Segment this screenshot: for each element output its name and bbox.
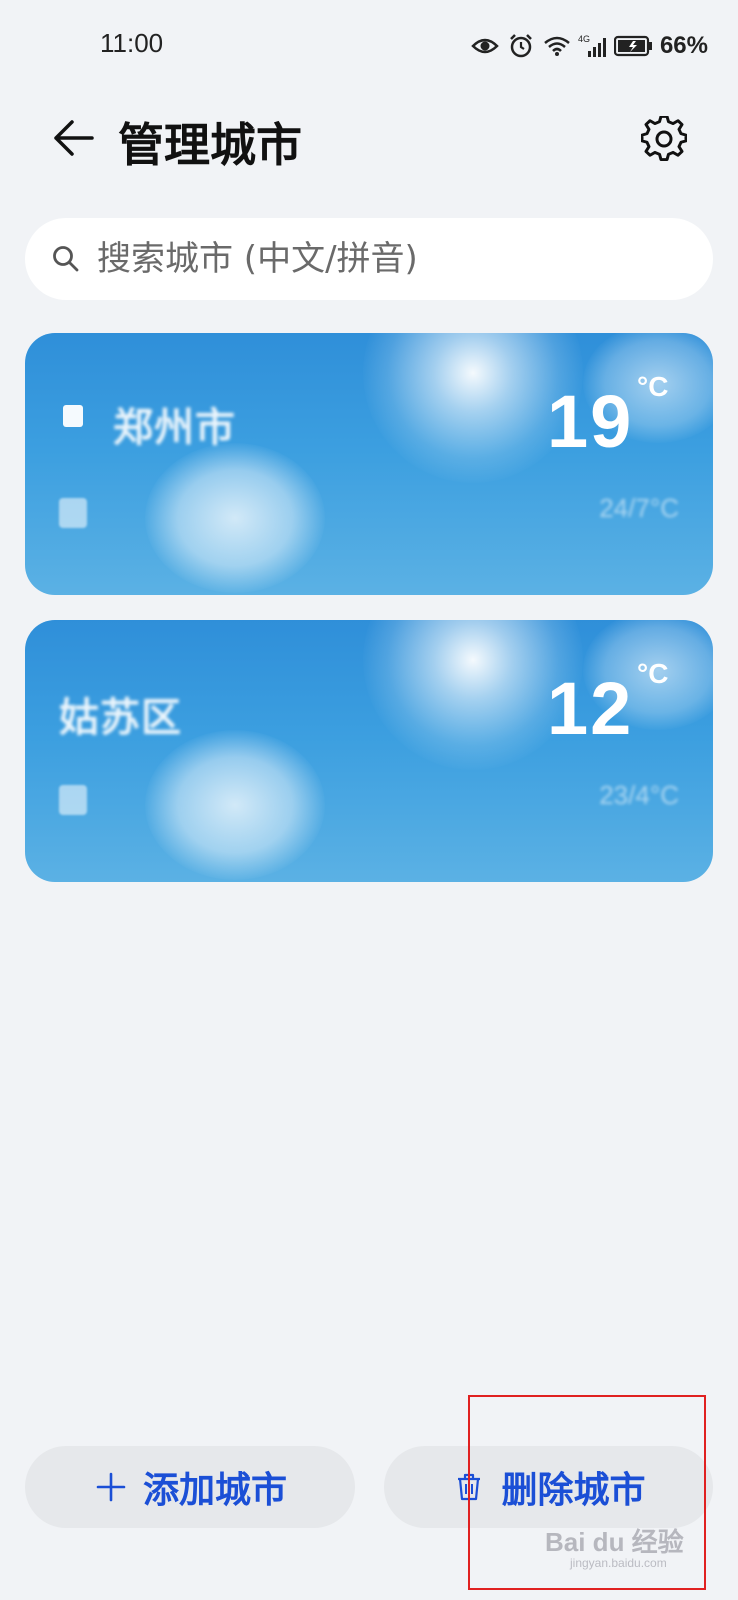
temperature: 12	[547, 667, 634, 750]
temperature-unit: °C	[637, 371, 669, 402]
search-input[interactable]	[97, 239, 677, 279]
city-name: 姑苏区	[59, 695, 182, 741]
add-city-label: 添加城市	[142, 1470, 287, 1511]
status-bar: 11:00 4G 66%	[0, 0, 738, 90]
search-icon	[51, 243, 83, 275]
page-title: 管理城市	[118, 118, 302, 172]
status-icons: 4G 66%	[470, 28, 708, 64]
svg-text:4G: 4G	[578, 34, 590, 44]
back-button[interactable]	[48, 113, 98, 163]
add-city-button[interactable]: 添加城市	[25, 1446, 355, 1528]
gear-icon	[641, 116, 687, 162]
wifi-icon	[542, 31, 572, 61]
eye-icon	[470, 31, 500, 61]
settings-button[interactable]	[638, 113, 690, 165]
cloud-illustration	[145, 730, 325, 880]
temperature-range: 23/4°C	[599, 780, 679, 810]
battery-percent: 66%	[659, 32, 708, 59]
cloud-illustration	[145, 443, 325, 593]
status-time: 11:00	[100, 28, 164, 58]
weather-icon	[59, 498, 87, 528]
signal-icon: 4G	[578, 31, 608, 61]
watermark: Bai du 经验	[545, 1527, 684, 1557]
header: 管理城市	[0, 95, 738, 185]
city-name: 郑州市	[113, 405, 236, 451]
temperature: 19	[547, 380, 634, 463]
city-card[interactable]: 姑苏区 12 °C 23/4°C	[25, 620, 713, 882]
alarm-icon	[506, 31, 536, 61]
location-icon	[63, 405, 83, 427]
temperature-unit: °C	[637, 658, 669, 689]
watermark-url: jingyan.baidu.com	[570, 1556, 667, 1570]
temperature-range: 24/7°C	[599, 493, 679, 523]
plus-icon	[93, 1469, 129, 1505]
city-card[interactable]: 郑州市 19 °C 24/7°C	[25, 333, 713, 595]
arrow-left-icon	[54, 120, 94, 156]
search-bar[interactable]	[25, 218, 713, 300]
weather-icon	[59, 785, 87, 815]
battery-icon	[613, 31, 654, 61]
